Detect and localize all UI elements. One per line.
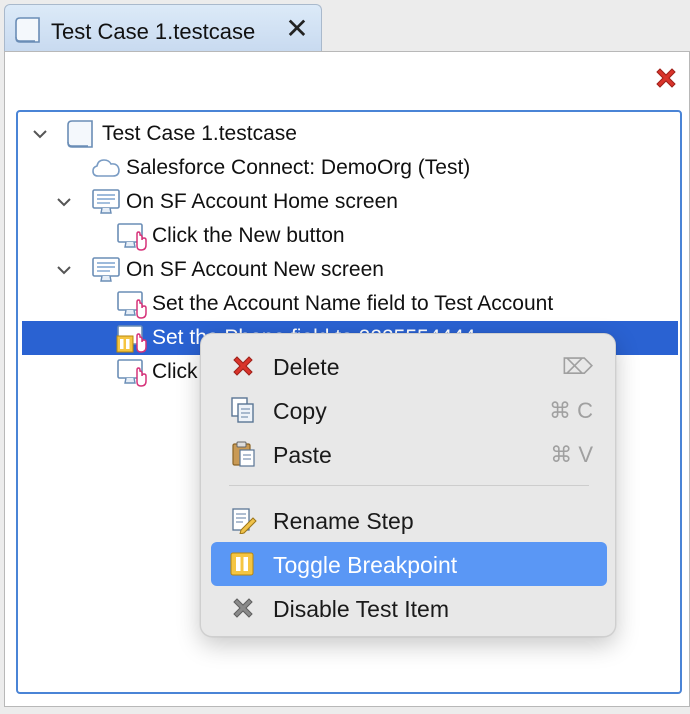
shortcut-copy: ⌘ C: [549, 398, 593, 423]
tree-item-label: Salesforce Connect: DemoOrg (Test): [126, 156, 471, 179]
screen-icon: [90, 186, 122, 218]
tree-item-label: On SF Account New screen: [126, 258, 384, 281]
screen-icon: [90, 254, 122, 286]
menu-item-label: Delete: [273, 354, 340, 380]
tree-item-label: Click the New button: [152, 224, 345, 247]
paste-icon: [229, 440, 257, 468]
tree-item-label: Test Case 1.testcase: [102, 122, 297, 145]
disable-icon: [229, 594, 257, 622]
tree-row[interactable]: Test Case 1.testcase: [18, 117, 680, 151]
cloud-icon: [90, 152, 122, 184]
testcase-icon: [64, 118, 96, 150]
menu-item-label: Copy: [273, 398, 327, 424]
chevron-down-icon[interactable]: [54, 192, 74, 212]
menu-item-toggle-breakpoint[interactable]: Toggle Breakpoint: [211, 542, 607, 586]
breakpoint-icon: [229, 550, 257, 578]
tree-item-label: On SF Account Home screen: [126, 190, 398, 213]
tree-row[interactable]: Set the Account Name field to Test Accou…: [18, 287, 680, 321]
testcase-icon: [13, 15, 43, 45]
copy-icon: [229, 396, 257, 424]
tree-item-label: Set the Account Name field to Test Accou…: [152, 292, 554, 315]
breakpoint-step-icon: [116, 322, 148, 354]
menu-item-label: Paste: [273, 442, 332, 468]
menu-item-delete[interactable]: Delete ⌦: [211, 344, 607, 388]
menu-item-copy[interactable]: Copy ⌘ C: [211, 388, 607, 432]
menu-item-label: Toggle Breakpoint: [273, 552, 458, 578]
delete-icon: [229, 352, 257, 380]
tree-row[interactable]: Click the New button: [18, 219, 680, 253]
menu-item-disable-test-item[interactable]: Disable Test Item: [211, 586, 607, 630]
tree-row[interactable]: On SF Account New screen: [18, 253, 680, 287]
close-icon[interactable]: ✕: [283, 13, 311, 45]
click-step-icon: [116, 288, 148, 320]
chevron-down-icon[interactable]: [30, 124, 50, 144]
shortcut-delete: ⌦: [561, 354, 593, 379]
menu-separator: [229, 485, 589, 486]
rename-icon: [229, 506, 257, 535]
tree-row[interactable]: Salesforce Connect: DemoOrg (Test): [18, 151, 680, 185]
menu-item-paste[interactable]: Paste ⌘ V: [211, 432, 607, 476]
chevron-down-icon[interactable]: [54, 260, 74, 280]
menu-item-label: Disable Test Item: [273, 596, 449, 622]
click-step-icon: [116, 220, 148, 252]
red-x-icon[interactable]: [651, 63, 681, 93]
tab-title: Test Case 1.testcase: [51, 19, 256, 44]
tab-test-case[interactable]: Test Case 1.testcase ✕: [4, 4, 322, 52]
editor-tab-bar: Test Case 1.testcase ✕: [0, 0, 690, 52]
menu-item-label: Rename Step: [273, 508, 414, 534]
click-step-icon: [116, 356, 148, 388]
menu-item-rename-step[interactable]: Rename Step: [211, 498, 607, 542]
tree-row[interactable]: On SF Account Home screen: [18, 185, 680, 219]
context-menu: Delete ⌦ Copy ⌘ C Paste ⌘ V Rename Step …: [200, 333, 616, 637]
shortcut-paste: ⌘ V: [550, 442, 593, 467]
